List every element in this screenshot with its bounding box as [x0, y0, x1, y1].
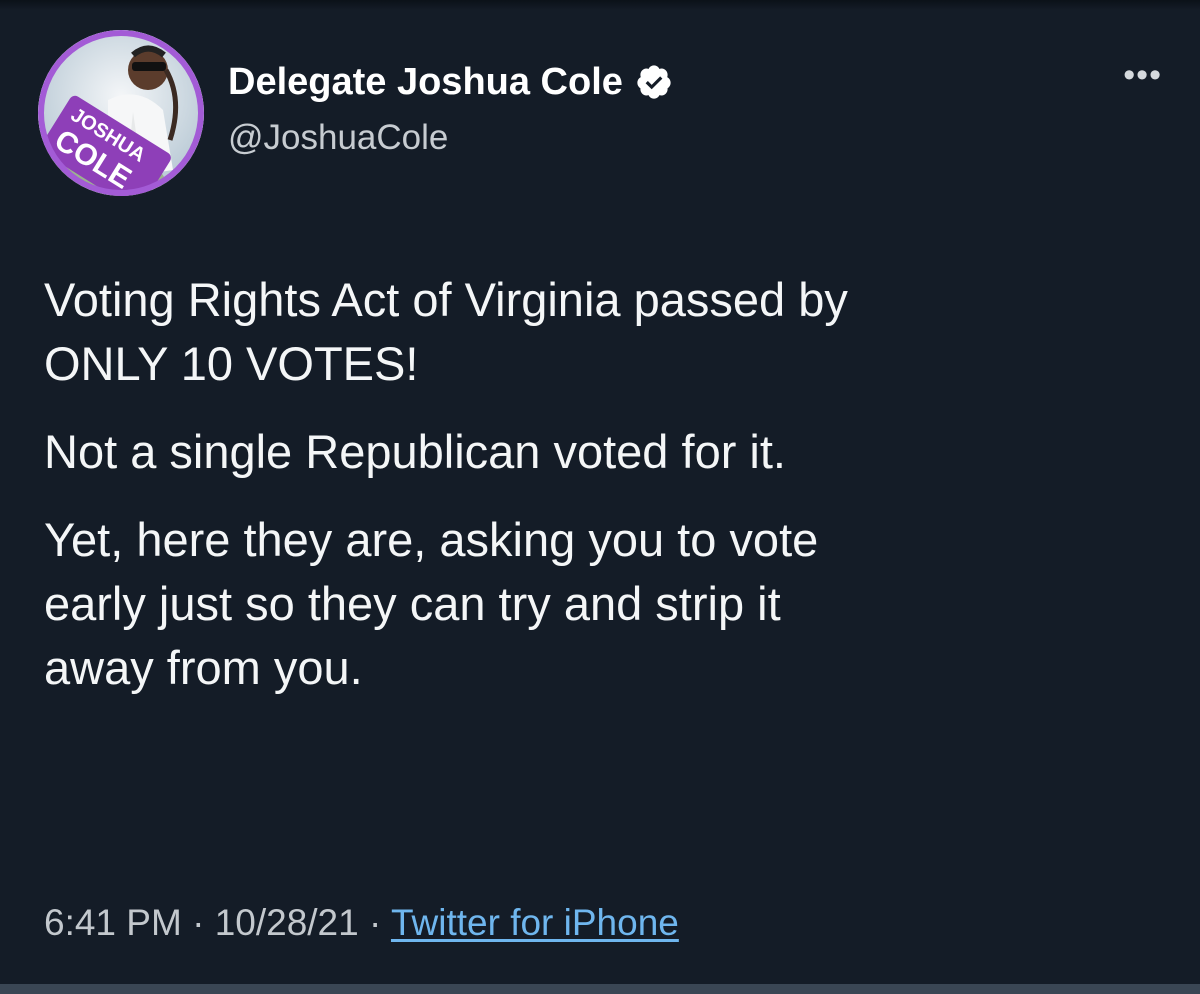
more-options-icon[interactable]: •••: [1123, 58, 1162, 92]
tweet-source-link[interactable]: Twitter for iPhone: [391, 902, 679, 943]
bottom-edge: [0, 984, 1200, 994]
author-handle[interactable]: @JoshuaCole: [228, 118, 448, 158]
top-edge: [0, 0, 1200, 10]
avatar[interactable]: JOSHUA COLE: [38, 30, 204, 196]
meta-separator: ·: [369, 902, 382, 943]
avatar-image: JOSHUA COLE: [38, 30, 204, 196]
tweet-date[interactable]: 10/28/21: [215, 902, 359, 943]
meta-separator: ·: [192, 902, 205, 943]
tweet-card: JOSHUA COLE Delegate Joshua Cole @Joshua…: [0, 0, 1200, 994]
verified-badge-icon: [635, 63, 673, 101]
tweet-paragraph-1: Voting Rights Act of Virginia passed by …: [44, 273, 848, 390]
tweet-paragraph-3: Yet, here they are, asking you to vote e…: [44, 513, 819, 694]
tweet-time[interactable]: 6:41 PM: [44, 902, 182, 943]
tweet-text: Voting Rights Act of Virginia passed by …: [44, 268, 1164, 724]
author-row: Delegate Joshua Cole: [228, 52, 673, 112]
author-name[interactable]: Delegate Joshua Cole: [228, 61, 623, 104]
tweet-metadata: 6:41 PM · 10/28/21 · Twitter for iPhone: [44, 902, 679, 944]
tweet-paragraph-2: Not a single Republican voted for it.: [44, 425, 786, 478]
